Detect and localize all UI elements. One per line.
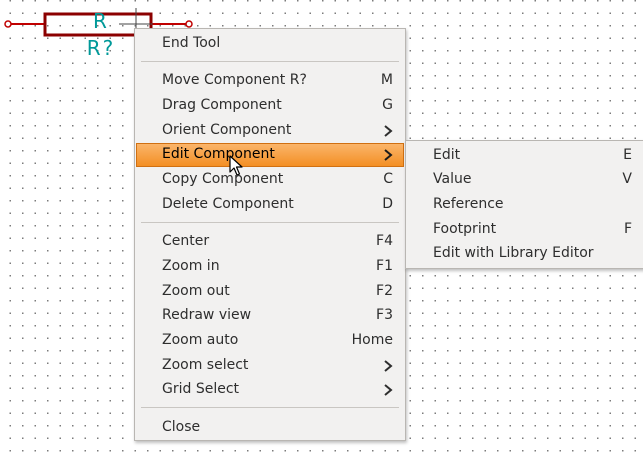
submenu-item-edit[interactable]: Edit E [407,144,643,168]
menu-item-label: Zoom select [162,357,249,373]
menu-item-label: Close [162,419,201,435]
menu-item-label: Copy Component [162,171,284,187]
menu-item-orient-component[interactable]: Orient Component [136,119,404,143]
menu-item-grid-select[interactable]: Grid Select [136,378,404,402]
component-value-label: R [93,9,107,33]
chevron-right-icon [384,125,393,137]
menu-item-label: Redraw view [162,307,252,323]
menu-item-label: Center [162,233,210,249]
context-menu: End Tool Move Component R? M Drag Compon… [134,28,406,441]
pin-left-end [4,20,12,28]
menu-item-redraw-view[interactable]: Redraw view F3 [136,304,404,328]
component-reference-label: R? [87,36,116,60]
submenu-item-reference[interactable]: Reference [407,193,643,217]
menu-item-label: Footprint [433,221,497,237]
menu-item-shortcut: M [380,72,393,88]
menu-item-label: Drag Component [162,97,282,113]
menu-item-shortcut: E [623,147,632,163]
menu-item-label: End Tool [162,35,221,51]
menu-item-end-tool[interactable]: End Tool [136,32,404,56]
menu-separator [141,407,399,408]
menu-item-shortcut: C [383,171,393,187]
menu-item-shortcut: V [622,171,632,187]
menu-item-center[interactable]: Center F4 [136,230,404,254]
menu-item-label: Grid Select [162,381,240,397]
menu-item-label: Value [433,171,472,187]
menu-item-shortcut: G [382,97,393,113]
submenu-item-footprint[interactable]: Footprint F [407,218,643,242]
chevron-right-icon [384,360,393,372]
chevron-right-icon [384,384,393,396]
menu-item-edit-component[interactable]: Edit Component [136,143,404,167]
submenu-item-value[interactable]: Value V [407,168,643,192]
menu-item-label: Reference [433,196,504,212]
menu-item-copy-component[interactable]: Copy Component C [136,168,404,192]
menu-item-move-component[interactable]: Move Component R? M [136,69,404,93]
menu-item-label: Move Component R? [162,72,307,88]
menu-item-zoom-auto[interactable]: Zoom auto Home [136,329,404,353]
menu-item-delete-component[interactable]: Delete Component D [136,193,404,217]
menu-item-zoom-in[interactable]: Zoom in F1 [136,255,404,279]
menu-item-shortcut: F [623,221,632,237]
menu-item-label: Zoom out [162,283,230,299]
menu-item-shortcut: F2 [376,283,393,299]
submenu-item-edit-with-library-editor[interactable]: Edit with Library Editor [407,242,643,266]
menu-item-drag-component[interactable]: Drag Component G [136,94,404,118]
menu-item-shortcut: F4 [376,233,393,249]
menu-item-label: Edit with Library Editor [433,245,594,261]
menu-item-label: Edit [433,147,461,163]
edit-component-submenu: Edit E Value V Reference Footprint F Edi… [405,140,643,269]
menu-item-shortcut: Home [351,332,393,348]
menu-item-shortcut: F3 [376,307,393,323]
pin-right-end [185,20,193,28]
menu-item-shortcut: D [382,196,393,212]
menu-item-close[interactable]: Close [136,416,404,440]
menu-item-zoom-select[interactable]: Zoom select [136,354,404,378]
menu-item-zoom-out[interactable]: Zoom out F2 [136,280,404,304]
menu-item-label: Zoom in [162,258,220,274]
menu-item-shortcut: F1 [376,258,393,274]
menu-separator [141,222,399,223]
menu-item-label: Zoom auto [162,332,239,348]
chevron-right-icon [384,149,393,161]
menu-item-label: Orient Component [162,122,292,138]
menu-separator [141,61,399,62]
menu-item-label: Delete Component [162,196,294,212]
menu-item-label: Edit Component [162,146,275,162]
